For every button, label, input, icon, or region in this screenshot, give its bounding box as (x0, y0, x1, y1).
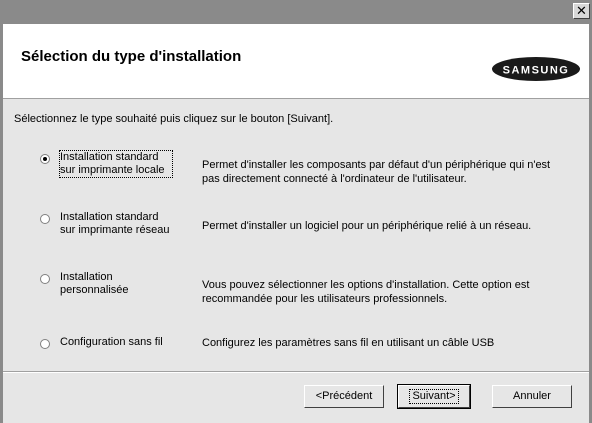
close-icon: ✕ (576, 3, 587, 18)
brand-text: SAMSUNG (503, 65, 570, 77)
option-custom-label[interactable]: Installation personnalisée (60, 271, 172, 297)
samsung-logo: SAMSUNG (491, 56, 581, 82)
option-wireless-label[interactable]: Configuration sans fil (60, 336, 200, 349)
footer-separator (3, 371, 589, 373)
radio-wireless[interactable] (40, 339, 50, 349)
radio-network[interactable] (40, 214, 50, 224)
page-title: Sélection du type d'installation (21, 48, 242, 65)
option-local-description: Permet d'installer les composants par dé… (202, 159, 551, 185)
option-network-label[interactable]: Installation standard sur imprimante rése… (60, 211, 172, 237)
header-panel: Sélection du type d'installation SAMSUNG (3, 24, 589, 99)
next-button[interactable]: Suivant> (397, 384, 471, 409)
back-button[interactable]: <Précédent (304, 385, 384, 408)
title-bar: ✕ (0, 0, 592, 24)
option-network-description: Permet d'installer un logiciel pour un p… (202, 220, 532, 232)
option-local-label[interactable]: Installation standard sur imprimante loca… (59, 150, 173, 178)
close-button[interactable]: ✕ (573, 3, 590, 19)
radio-custom[interactable] (40, 274, 50, 284)
radio-local[interactable] (40, 154, 50, 164)
option-wireless-description: Configurez les paramètres sans fil en ut… (202, 337, 495, 349)
cancel-button[interactable]: Annuler (492, 385, 572, 408)
option-custom-description: Vous pouvez sélectionner les options d'i… (202, 279, 530, 305)
instruction-text: Sélectionnez le type souhaité puis cliqu… (14, 113, 334, 125)
